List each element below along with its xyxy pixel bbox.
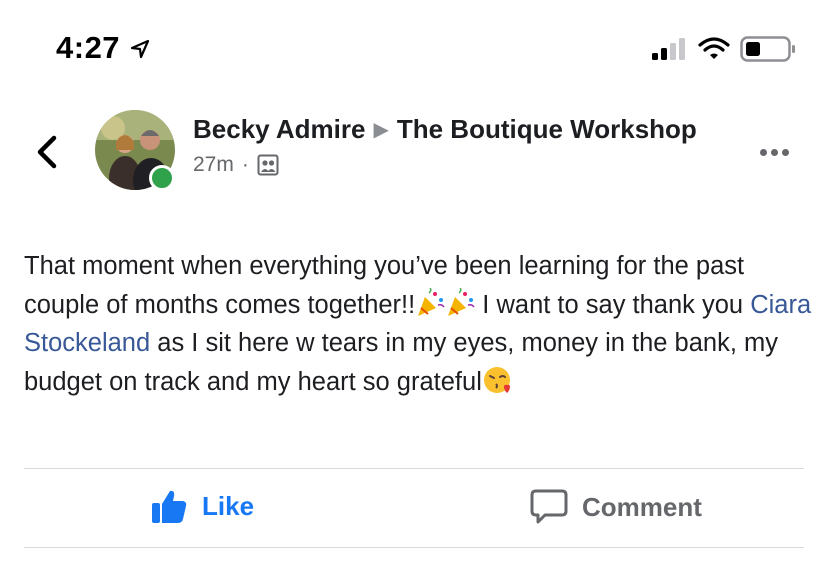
- status-time: 4:27: [56, 30, 121, 65]
- chevron-left-icon: [37, 135, 57, 169]
- post-body: That moment when everything you’ve been …: [24, 247, 814, 401]
- author-name[interactable]: Becky Admire: [193, 114, 365, 144]
- group-audience-icon: [257, 154, 279, 176]
- comment-button[interactable]: Comment: [530, 488, 702, 526]
- shared-to-arrow-icon: ▶: [373, 119, 389, 141]
- party-popper-emoji: [418, 287, 445, 316]
- speech-bubble-icon: [530, 489, 568, 524]
- post-text-part2: I want to say thank you: [475, 290, 751, 319]
- group-name[interactable]: The Boutique Workshop: [397, 114, 697, 144]
- location-arrow-icon: [130, 39, 150, 59]
- more-dot: [782, 148, 789, 156]
- battery-icon: [740, 36, 795, 62]
- post-timestamp[interactable]: 27m: [193, 153, 234, 177]
- cellular-signal-icon: [652, 38, 685, 60]
- wifi-icon: [698, 37, 730, 59]
- party-popper-emoji: [448, 287, 475, 316]
- post-header: Becky Admire ▶ The Boutique Workshop 27m ·: [193, 112, 713, 177]
- divider-bottom: [24, 547, 804, 548]
- more-dot: [771, 148, 778, 156]
- thumbs-up-icon: [152, 490, 187, 523]
- face-blowing-kiss-emoji: [483, 366, 510, 393]
- post-author-line: Becky Admire ▶ The Boutique Workshop: [193, 112, 713, 147]
- divider-top: [24, 468, 804, 469]
- like-label: Like: [202, 490, 255, 521]
- post-meta: 27m ·: [193, 153, 713, 177]
- more-horizontal-icon: [760, 148, 767, 156]
- status-bar: 4:27: [0, 0, 828, 100]
- author-avatar[interactable]: [95, 110, 175, 191]
- online-status-indicator: [149, 165, 175, 191]
- more-options-button[interactable]: [760, 145, 800, 159]
- back-button[interactable]: [30, 130, 64, 174]
- comment-label: Comment: [582, 491, 702, 522]
- like-button[interactable]: Like: [150, 488, 254, 524]
- meta-separator: ·: [241, 153, 249, 176]
